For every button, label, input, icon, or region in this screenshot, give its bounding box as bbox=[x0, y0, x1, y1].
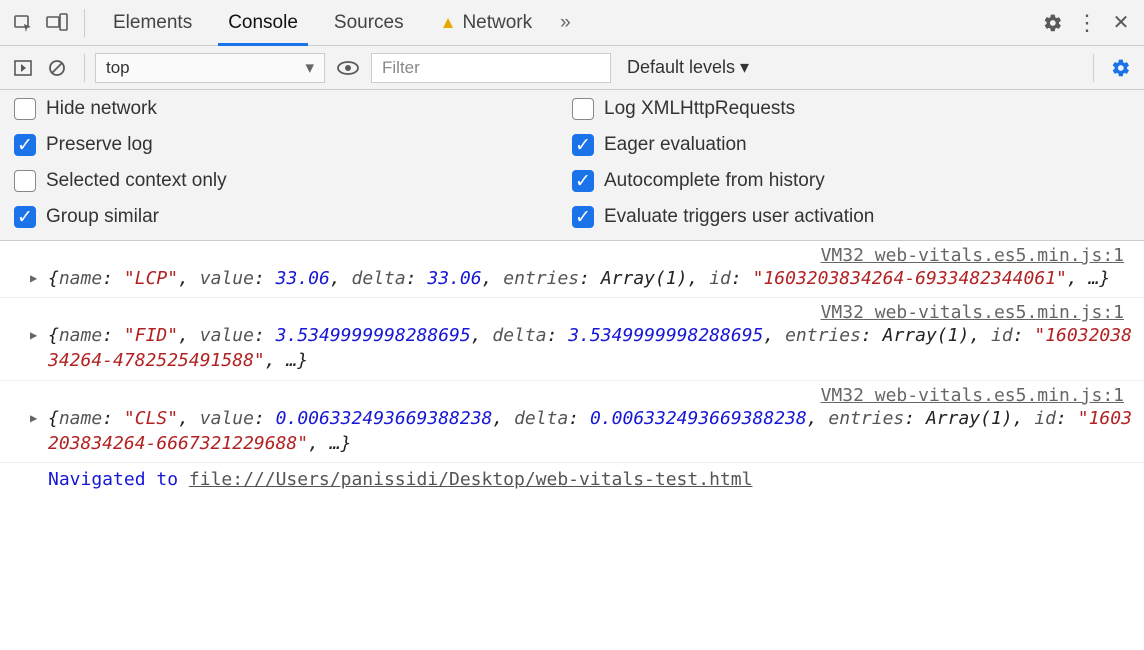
console-log-entry: VM32 web-vitals.es5.min.js:1 ▶ {name: "C… bbox=[0, 381, 1144, 463]
log-object[interactable]: {name: "CLS", value: 0.00633249366938823… bbox=[48, 406, 1134, 456]
clear-console-icon[interactable] bbox=[40, 51, 74, 85]
console-log-entry: VM32 web-vitals.es5.min.js:1 ▶ {name: "L… bbox=[0, 241, 1144, 298]
console-output: VM32 web-vitals.es5.min.js:1 ▶ {name: "L… bbox=[0, 241, 1144, 496]
checkbox-icon bbox=[14, 98, 36, 120]
context-select-value: top bbox=[106, 58, 130, 78]
nav-url[interactable]: file:///Users/panissidi/Desktop/web-vita… bbox=[189, 469, 753, 490]
checkbox-label: Autocomplete from history bbox=[604, 170, 825, 192]
checkbox-group-similar[interactable]: ✓ Group similar bbox=[14, 206, 572, 228]
inspect-element-icon[interactable] bbox=[6, 6, 40, 40]
checkbox-autocomplete-from-history[interactable]: ✓ Autocomplete from history bbox=[572, 170, 1130, 192]
toggle-device-toolbar-icon[interactable] bbox=[40, 6, 74, 40]
console-settings-panel: Hide network Log XMLHttpRequests ✓ Prese… bbox=[0, 90, 1144, 241]
nav-prefix: Navigated to bbox=[48, 469, 189, 490]
checkbox-log-xhr[interactable]: Log XMLHttpRequests bbox=[572, 98, 1130, 120]
toggle-sidebar-icon[interactable] bbox=[6, 51, 40, 85]
panel-tabs: Elements Console Sources ▲ Network » bbox=[95, 0, 581, 45]
checkbox-label: Evaluate triggers user activation bbox=[604, 206, 874, 228]
checkbox-label: Selected context only bbox=[46, 170, 227, 192]
checkbox-icon bbox=[14, 170, 36, 192]
checkbox-icon bbox=[572, 98, 594, 120]
disclosure-triangle-icon[interactable]: ▶ bbox=[30, 411, 37, 425]
toolbar-divider bbox=[84, 9, 85, 37]
tab-console[interactable]: Console bbox=[210, 0, 316, 45]
subbar-divider bbox=[84, 54, 85, 82]
filter-input[interactable] bbox=[371, 53, 611, 83]
source-link[interactable]: VM32 web-vitals.es5.min.js:1 bbox=[48, 245, 1134, 266]
source-link[interactable]: VM32 web-vitals.es5.min.js:1 bbox=[48, 302, 1134, 323]
log-levels-select[interactable]: Default levels ▾ bbox=[627, 57, 749, 78]
tab-elements[interactable]: Elements bbox=[95, 0, 210, 45]
chevron-down-icon: ▾ bbox=[305, 58, 314, 78]
more-tabs-button[interactable]: » bbox=[550, 0, 581, 45]
checkbox-icon: ✓ bbox=[572, 134, 594, 156]
close-icon[interactable]: ✕ bbox=[1104, 6, 1138, 40]
navigation-message: Navigated to file:///Users/panissidi/Des… bbox=[0, 463, 1144, 496]
checkbox-preserve-log[interactable]: ✓ Preserve log bbox=[14, 134, 572, 156]
disclosure-triangle-icon[interactable]: ▶ bbox=[30, 271, 37, 285]
checkbox-icon: ✓ bbox=[14, 206, 36, 228]
checkbox-selected-context-only[interactable]: Selected context only bbox=[14, 170, 572, 192]
log-object[interactable]: {name: "LCP", value: 33.06, delta: 33.06… bbox=[48, 266, 1134, 291]
tab-network-label: Network bbox=[462, 12, 532, 34]
checkbox-label: Group similar bbox=[46, 206, 159, 228]
checkbox-hide-network[interactable]: Hide network bbox=[14, 98, 572, 120]
log-object[interactable]: {name: "FID", value: 3.5349999998288695,… bbox=[48, 323, 1134, 373]
console-log-entry: VM32 web-vitals.es5.min.js:1 ▶ {name: "F… bbox=[0, 298, 1144, 380]
settings-gear-icon[interactable] bbox=[1036, 6, 1070, 40]
subbar-divider-2 bbox=[1093, 54, 1094, 82]
checkbox-label: Hide network bbox=[46, 98, 157, 120]
tab-sources[interactable]: Sources bbox=[316, 0, 422, 45]
checkbox-evaluate-triggers-user-activation[interactable]: ✓ Evaluate triggers user activation bbox=[572, 206, 1130, 228]
execution-context-select[interactable]: top ▾ bbox=[95, 53, 325, 83]
checkbox-icon: ✓ bbox=[572, 206, 594, 228]
source-link[interactable]: VM32 web-vitals.es5.min.js:1 bbox=[48, 385, 1134, 406]
kebab-menu-icon[interactable]: ⋮ bbox=[1070, 6, 1104, 40]
console-settings-gear-icon[interactable] bbox=[1104, 51, 1138, 85]
checkbox-eager-evaluation[interactable]: ✓ Eager evaluation bbox=[572, 134, 1130, 156]
live-expression-icon[interactable] bbox=[331, 51, 365, 85]
checkbox-label: Preserve log bbox=[46, 134, 153, 156]
checkbox-icon: ✓ bbox=[572, 170, 594, 192]
checkbox-label: Log XMLHttpRequests bbox=[604, 98, 795, 120]
console-subbar: top ▾ Default levels ▾ bbox=[0, 46, 1144, 90]
checkbox-label: Eager evaluation bbox=[604, 134, 747, 156]
checkbox-icon: ✓ bbox=[14, 134, 36, 156]
disclosure-triangle-icon[interactable]: ▶ bbox=[30, 328, 37, 342]
devtools-toolbar: Elements Console Sources ▲ Network » ⋮ ✕ bbox=[0, 0, 1144, 46]
warning-icon: ▲ bbox=[440, 13, 457, 33]
tab-network[interactable]: ▲ Network bbox=[422, 0, 551, 45]
